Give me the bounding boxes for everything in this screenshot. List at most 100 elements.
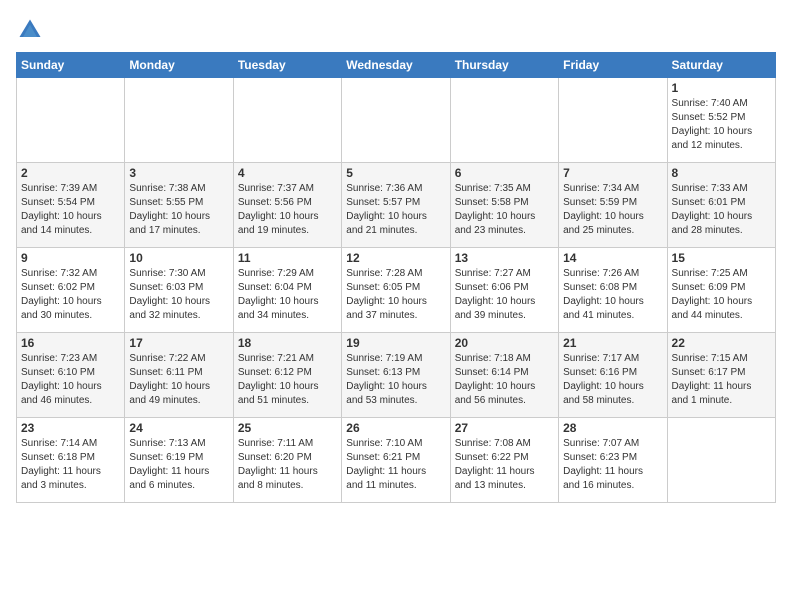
page-header (16, 16, 776, 44)
day-number: 25 (238, 421, 337, 435)
calendar-cell: 13 Sunrise: 7:27 AM Sunset: 6:06 PM Dayli… (450, 248, 558, 333)
day-info: Sunrise: 7:08 AM Sunset: 6:22 PM Dayligh… (455, 437, 554, 493)
day-number: 16 (21, 336, 120, 350)
calendar-cell: 21 Sunrise: 7:17 AM Sunset: 6:16 PM Dayli… (559, 333, 667, 418)
calendar-cell: 28 Sunrise: 7:07 AM Sunset: 6:23 PM Dayli… (559, 418, 667, 503)
logo-icon (16, 16, 44, 44)
day-info: Sunrise: 7:23 AM Sunset: 6:10 PM Dayligh… (21, 352, 120, 408)
calendar-cell: 1 Sunrise: 7:40 AM Sunset: 5:52 PM Daylig… (667, 78, 775, 163)
calendar-cell (17, 78, 125, 163)
calendar-cell: 12Sunrise: 7:28 AM Sunset: 6:05 PM Dayli… (342, 248, 450, 333)
day-info: Sunrise: 7:13 AM Sunset: 6:19 PM Dayligh… (129, 437, 228, 493)
day-number: 11 (238, 251, 337, 265)
day-info: Sunrise: 7:27 AM Sunset: 6:06 PM Dayligh… (455, 267, 554, 323)
day-number: 17 (129, 336, 228, 350)
calendar-cell: 17 Sunrise: 7:22 AM Sunset: 6:11 PM Dayli… (125, 333, 233, 418)
day-number: 22 (672, 336, 771, 350)
calendar-cell: 8 Sunrise: 7:33 AM Sunset: 6:01 PM Daylig… (667, 163, 775, 248)
day-number: 20 (455, 336, 554, 350)
day-number: 10 (129, 251, 228, 265)
calendar-cell (342, 78, 450, 163)
calendar-cell: 19 Sunrise: 7:19 AM Sunset: 6:13 PM Dayli… (342, 333, 450, 418)
day-info: Sunrise: 7:30 AM Sunset: 6:03 PM Dayligh… (129, 267, 228, 323)
day-info: Sunrise: 7:19 AM Sunset: 6:13 PM Dayligh… (346, 352, 445, 408)
day-header-saturday: Saturday (667, 53, 775, 78)
calendar-cell: 26 Sunrise: 7:10 AM Sunset: 6:21 PM Dayli… (342, 418, 450, 503)
day-info: Sunrise: 7:37 AM Sunset: 5:56 PM Dayligh… (238, 182, 337, 238)
calendar-cell: 11 Sunrise: 7:29 AM Sunset: 6:04 PM Dayli… (233, 248, 341, 333)
calendar-cell: 10 Sunrise: 7:30 AM Sunset: 6:03 PM Dayli… (125, 248, 233, 333)
day-header-sunday: Sunday (17, 53, 125, 78)
calendar-cell: 15Sunrise: 7:25 AM Sunset: 6:09 PM Dayli… (667, 248, 775, 333)
day-number: 24 (129, 421, 228, 435)
day-info: Sunrise: 7:10 AM Sunset: 6:21 PM Dayligh… (346, 437, 445, 493)
calendar-cell: 7 Sunrise: 7:34 AM Sunset: 5:59 PM Daylig… (559, 163, 667, 248)
day-number: 26 (346, 421, 445, 435)
day-info: Sunrise: 7:34 AM Sunset: 5:59 PM Dayligh… (563, 182, 662, 238)
calendar-cell: 25Sunrise: 7:11 AM Sunset: 6:20 PM Dayli… (233, 418, 341, 503)
day-number: 23 (21, 421, 120, 435)
calendar-cell: 3 Sunrise: 7:38 AM Sunset: 5:55 PM Daylig… (125, 163, 233, 248)
day-info: Sunrise: 7:29 AM Sunset: 6:04 PM Dayligh… (238, 267, 337, 323)
day-number: 13 (455, 251, 554, 265)
day-info: Sunrise: 7:32 AM Sunset: 6:02 PM Dayligh… (21, 267, 120, 323)
calendar-cell: 27 Sunrise: 7:08 AM Sunset: 6:22 PM Dayli… (450, 418, 558, 503)
day-info: Sunrise: 7:17 AM Sunset: 6:16 PM Dayligh… (563, 352, 662, 408)
days-header-row: SundayMondayTuesdayWednesdayThursdayFrid… (17, 53, 776, 78)
day-info: Sunrise: 7:38 AM Sunset: 5:55 PM Dayligh… (129, 182, 228, 238)
day-number: 6 (455, 166, 554, 180)
day-info: Sunrise: 7:33 AM Sunset: 6:01 PM Dayligh… (672, 182, 771, 238)
calendar-cell: 6Sunrise: 7:35 AM Sunset: 5:58 PM Daylig… (450, 163, 558, 248)
calendar-cell: 22 Sunrise: 7:15 AM Sunset: 6:17 PM Dayli… (667, 333, 775, 418)
calendar-cell: 20 Sunrise: 7:18 AM Sunset: 6:14 PM Dayli… (450, 333, 558, 418)
calendar-cell: 9 Sunrise: 7:32 AM Sunset: 6:02 PM Daylig… (17, 248, 125, 333)
day-number: 3 (129, 166, 228, 180)
day-number: 4 (238, 166, 337, 180)
day-number: 18 (238, 336, 337, 350)
calendar-cell: 16 Sunrise: 7:23 AM Sunset: 6:10 PM Dayli… (17, 333, 125, 418)
calendar-table: SundayMondayTuesdayWednesdayThursdayFrid… (16, 52, 776, 503)
day-number: 7 (563, 166, 662, 180)
calendar-cell: 5 Sunrise: 7:36 AM Sunset: 5:57 PM Daylig… (342, 163, 450, 248)
calendar-cell: 23 Sunrise: 7:14 AM Sunset: 6:18 PM Dayli… (17, 418, 125, 503)
day-number: 14 (563, 251, 662, 265)
week-row-3: 9 Sunrise: 7:32 AM Sunset: 6:02 PM Daylig… (17, 248, 776, 333)
calendar-cell: 14 Sunrise: 7:26 AM Sunset: 6:08 PM Dayli… (559, 248, 667, 333)
day-info: Sunrise: 7:39 AM Sunset: 5:54 PM Dayligh… (21, 182, 120, 238)
day-number: 15 (672, 251, 771, 265)
week-row-5: 23 Sunrise: 7:14 AM Sunset: 6:18 PM Dayli… (17, 418, 776, 503)
day-number: 19 (346, 336, 445, 350)
day-header-wednesday: Wednesday (342, 53, 450, 78)
day-info: Sunrise: 7:15 AM Sunset: 6:17 PM Dayligh… (672, 352, 771, 408)
day-number: 5 (346, 166, 445, 180)
day-number: 28 (563, 421, 662, 435)
day-info: Sunrise: 7:40 AM Sunset: 5:52 PM Dayligh… (672, 97, 771, 153)
calendar-cell (450, 78, 558, 163)
day-info: Sunrise: 7:28 AM Sunset: 6:05 PM Dayligh… (346, 267, 445, 323)
week-row-1: 1 Sunrise: 7:40 AM Sunset: 5:52 PM Daylig… (17, 78, 776, 163)
calendar-cell: 4 Sunrise: 7:37 AM Sunset: 5:56 PM Daylig… (233, 163, 341, 248)
day-number: 21 (563, 336, 662, 350)
day-number: 8 (672, 166, 771, 180)
day-header-tuesday: Tuesday (233, 53, 341, 78)
calendar-cell: 2Sunrise: 7:39 AM Sunset: 5:54 PM Daylig… (17, 163, 125, 248)
calendar-cell (667, 418, 775, 503)
day-info: Sunrise: 7:07 AM Sunset: 6:23 PM Dayligh… (563, 437, 662, 493)
calendar-cell: 24 Sunrise: 7:13 AM Sunset: 6:19 PM Dayli… (125, 418, 233, 503)
day-info: Sunrise: 7:26 AM Sunset: 6:08 PM Dayligh… (563, 267, 662, 323)
day-info: Sunrise: 7:36 AM Sunset: 5:57 PM Dayligh… (346, 182, 445, 238)
day-number: 9 (21, 251, 120, 265)
day-info: Sunrise: 7:18 AM Sunset: 6:14 PM Dayligh… (455, 352, 554, 408)
day-info: Sunrise: 7:14 AM Sunset: 6:18 PM Dayligh… (21, 437, 120, 493)
calendar-cell (559, 78, 667, 163)
day-header-friday: Friday (559, 53, 667, 78)
day-number: 27 (455, 421, 554, 435)
week-row-4: 16 Sunrise: 7:23 AM Sunset: 6:10 PM Dayli… (17, 333, 776, 418)
day-info: Sunrise: 7:21 AM Sunset: 6:12 PM Dayligh… (238, 352, 337, 408)
day-info: Sunrise: 7:22 AM Sunset: 6:11 PM Dayligh… (129, 352, 228, 408)
day-header-thursday: Thursday (450, 53, 558, 78)
day-number: 1 (672, 81, 771, 95)
calendar-cell (233, 78, 341, 163)
day-header-monday: Monday (125, 53, 233, 78)
calendar-cell (125, 78, 233, 163)
